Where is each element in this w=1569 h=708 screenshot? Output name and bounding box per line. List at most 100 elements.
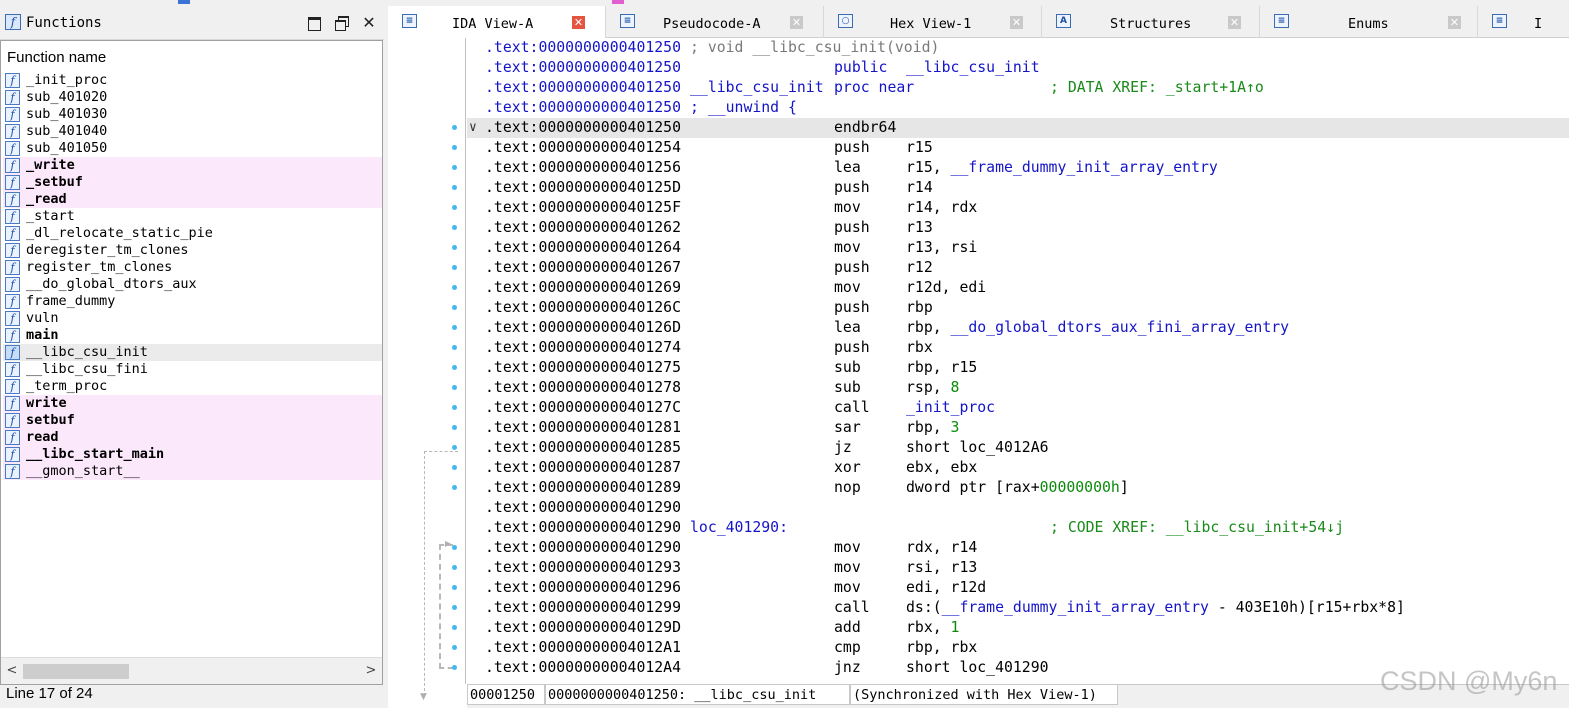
function-item[interactable]: f _init_proc xyxy=(3,72,382,89)
instruction-dot[interactable] xyxy=(452,385,457,390)
instruction-operands[interactable]: rsp, 8 xyxy=(906,378,959,398)
function-item[interactable]: f _setbuf xyxy=(3,174,382,191)
function-item[interactable]: f sub_401020 xyxy=(3,89,382,106)
disassembly-line[interactable]: .text:0000000000401290 xyxy=(467,498,1569,518)
disassembly-line[interactable]: .text:000000000040126D lea rbp, __do_globa… xyxy=(467,318,1569,338)
function-item[interactable]: f _dl_relocate_static_pie xyxy=(3,225,382,242)
collapse-chevron-icon[interactable]: ∨ xyxy=(469,118,477,138)
instruction-dot[interactable] xyxy=(452,605,457,610)
disassembly-line[interactable]: .text:000000000040126C push rbp xyxy=(467,298,1569,318)
float-window-icon[interactable] xyxy=(333,14,351,32)
instruction-operands[interactable]: rdx, r14 xyxy=(906,538,977,558)
instruction-dot[interactable] xyxy=(452,405,457,410)
tab-ida-view-a[interactable]: ≡ IDA View-A ✕ xyxy=(388,6,606,38)
disassembly-line[interactable]: .text:0000000000401269 mov r12d, edi xyxy=(467,278,1569,298)
function-item[interactable]: f _write xyxy=(3,157,382,174)
disassembly-line[interactable]: .text:0000000000401296 mov edi, r12d xyxy=(467,578,1569,598)
disassembly-line[interactable]: .text:0000000000401278 sub rsp, 8 xyxy=(467,378,1569,398)
column-header-function-name[interactable]: Function name xyxy=(7,49,106,66)
instruction-dot[interactable] xyxy=(452,445,457,450)
disassembly-line[interactable]: .text:0000000000401285 jz short loc_4012A6 xyxy=(467,438,1569,458)
instruction-operands[interactable]: _init_proc xyxy=(906,398,995,418)
function-item[interactable]: f __gmon_start__ xyxy=(3,463,382,480)
function-item[interactable]: f _start xyxy=(3,208,382,225)
instruction-operands[interactable]: ebx, ebx xyxy=(906,458,977,478)
function-item[interactable]: f read xyxy=(3,429,382,446)
instruction-operands[interactable]: rbx, 1 xyxy=(906,618,959,638)
instruction-operands[interactable]: rbp, rbx xyxy=(906,638,977,658)
disassembly-line[interactable]: .text:0000000000401289 nop dword ptr [rax+… xyxy=(467,478,1569,498)
disassembly-line[interactable]: .text:0000000000401267 push r12 xyxy=(467,258,1569,278)
disassembly-line[interactable]: .text:0000000000401250 ; __unwind { xyxy=(467,98,1569,118)
instruction-dot[interactable] xyxy=(452,365,457,370)
instruction-dot[interactable] xyxy=(452,245,457,250)
instruction-operands[interactable]: rbx xyxy=(906,338,933,358)
function-item[interactable]: f write xyxy=(3,395,382,412)
tab-imports[interactable]: ≡ I xyxy=(1478,6,1569,38)
code-label[interactable]: ; __unwind { xyxy=(690,98,797,118)
functions-list[interactable]: Function name f _init_proc f sub_401020 f sub… xyxy=(0,40,383,685)
disassembly-line[interactable]: .text:000000000040127C call _init_proc xyxy=(467,398,1569,418)
tab-structures[interactable]: A Structures ✕ xyxy=(1042,6,1260,38)
instruction-operands[interactable]: dword ptr [rax+00000000h] xyxy=(906,478,1129,498)
scrollbar-thumb[interactable] xyxy=(23,664,129,679)
scroll-right-icon[interactable]: > xyxy=(362,662,380,680)
disassembly-line[interactable]: .text:0000000000401274 push rbx xyxy=(467,338,1569,358)
function-item[interactable]: f main xyxy=(3,327,382,344)
disassembly-line[interactable]: .text:0000000000401287 xor ebx, ebx xyxy=(467,458,1569,478)
instruction-dot[interactable] xyxy=(452,565,457,570)
cross-reference[interactable]: ; DATA XREF: _start+1A↑o xyxy=(1050,78,1264,98)
instruction-operands[interactable]: rbp, __do_global_dtors_aux_fini_array_en… xyxy=(906,318,1289,338)
close-tab-icon[interactable]: ✕ xyxy=(790,16,803,29)
instruction-operands[interactable]: short loc_4012A6 xyxy=(906,438,1049,458)
maximize-icon[interactable] xyxy=(305,14,323,32)
instruction-dot[interactable] xyxy=(452,665,457,670)
code-label[interactable]: loc_401290: xyxy=(690,518,788,538)
disassembly-view[interactable]: .text:0000000000401250 ; void __libc_csu_… xyxy=(467,38,1569,684)
instruction-dot[interactable] xyxy=(452,625,457,630)
code-label[interactable]: __libc_csu_init xyxy=(690,78,824,98)
disassembly-line[interactable]: .text:0000000000401290 loc_401290: ; CODE … xyxy=(467,518,1569,538)
function-item[interactable]: f __do_global_dtors_aux xyxy=(3,276,382,293)
instruction-operands[interactable]: r14, rdx xyxy=(906,198,977,218)
instruction-operands[interactable]: rbp xyxy=(906,298,933,318)
instruction-dot[interactable] xyxy=(452,325,457,330)
disassembly-line[interactable]: ∨ .text:0000000000401250 endbr64 xyxy=(467,118,1569,138)
disassembly-line[interactable]: .text:0000000000401290 mov rdx, r14 xyxy=(467,538,1569,558)
instruction-dot[interactable] xyxy=(452,145,457,150)
scroll-left-icon[interactable]: < xyxy=(3,662,21,680)
instruction-operands[interactable]: rbp, 3 xyxy=(906,418,959,438)
instruction-dot[interactable] xyxy=(452,585,457,590)
instruction-dot[interactable] xyxy=(452,165,457,170)
close-icon[interactable]: ✕ xyxy=(360,14,378,32)
instruction-dot[interactable] xyxy=(452,345,457,350)
function-item[interactable]: f _read xyxy=(3,191,382,208)
tab-pseudocode-a[interactable]: ≡ Pseudocode-A ✕ xyxy=(606,6,824,38)
disassembly-line[interactable]: .text:0000000000401293 mov rsi, r13 xyxy=(467,558,1569,578)
instruction-operands[interactable]: ds:(__frame_dummy_init_array_entry - 403… xyxy=(906,598,1405,618)
instruction-dot[interactable] xyxy=(452,545,457,550)
disassembly-line[interactable]: .text:00000000004012A1 cmp rbp, rbx xyxy=(467,638,1569,658)
instruction-operands[interactable]: rbp, r15 xyxy=(906,358,977,378)
disassembly-line[interactable]: .text:0000000000401262 push r13 xyxy=(467,218,1569,238)
tab-enums[interactable]: ≡ Enums ✕ xyxy=(1260,6,1478,38)
close-tab-icon[interactable]: ✕ xyxy=(572,16,585,29)
instruction-operands[interactable]: r13 xyxy=(906,218,933,238)
instruction-operands[interactable]: r15 xyxy=(906,138,933,158)
instruction-dot[interactable] xyxy=(452,185,457,190)
disassembly-line[interactable]: .text:0000000000401281 sar rbp, 3 xyxy=(467,418,1569,438)
instruction-dot[interactable] xyxy=(452,305,457,310)
instruction-operands[interactable]: short loc_401290 xyxy=(906,658,1049,678)
cross-reference[interactable]: ; CODE XREF: __libc_csu_init+54↓j xyxy=(1050,518,1344,538)
instruction-dot[interactable] xyxy=(452,225,457,230)
function-item[interactable]: f deregister_tm_clones xyxy=(3,242,382,259)
function-item[interactable]: f register_tm_clones xyxy=(3,259,382,276)
instruction-operands[interactable]: r15, __frame_dummy_init_array_entry xyxy=(906,158,1218,178)
close-tab-icon[interactable]: ✕ xyxy=(1448,16,1461,29)
instruction-operands[interactable]: r13, rsi xyxy=(906,238,977,258)
instruction-operands[interactable]: r12d, edi xyxy=(906,278,986,298)
instruction-operands[interactable]: r12 xyxy=(906,258,933,278)
disassembly-line[interactable]: .text:000000000040125F mov r14, rdx xyxy=(467,198,1569,218)
disassembly-line[interactable]: .text:000000000040129D add rbx, 1 xyxy=(467,618,1569,638)
function-item[interactable]: f __libc_start_main xyxy=(3,446,382,463)
